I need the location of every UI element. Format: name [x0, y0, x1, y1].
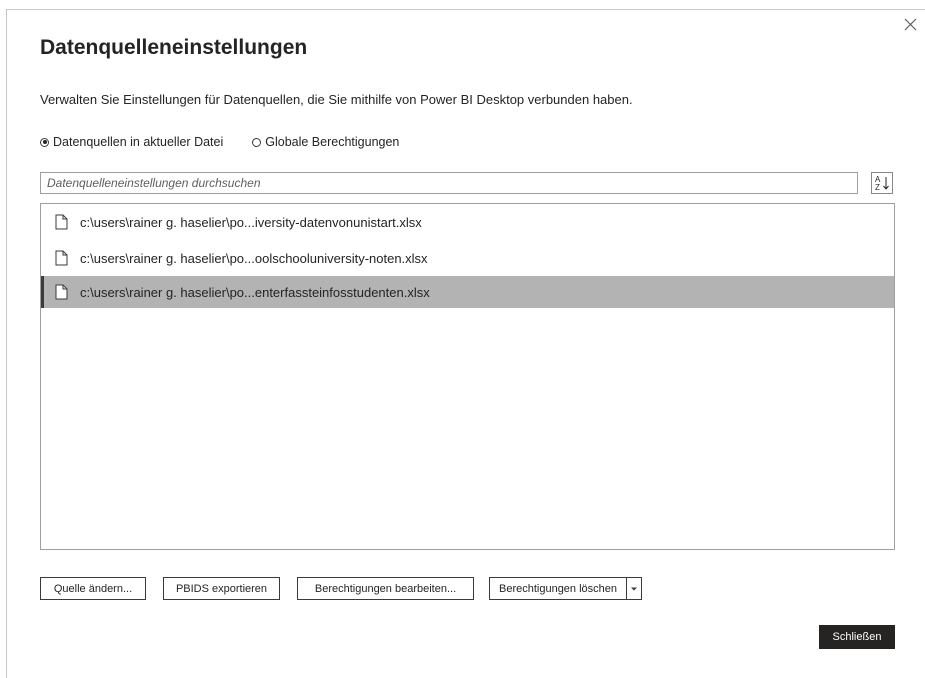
- list-item[interactable]: c:\users\rainer g. haselier\po...iversit…: [41, 206, 894, 238]
- list-item[interactable]: c:\users\rainer g. haselier\po...oolscho…: [41, 242, 894, 274]
- file-icon: [55, 214, 68, 230]
- list-item-label: c:\users\rainer g. haselier\po...iversit…: [80, 214, 422, 230]
- dialog-title: Datenquelleneinstellungen: [40, 36, 308, 59]
- sort-ascending-icon: A Z: [875, 175, 889, 192]
- export-pbids-button[interactable]: PBIDS exportieren: [163, 577, 280, 600]
- search-box: [40, 172, 858, 194]
- clear-permissions-split-button: Berechtigungen löschen: [489, 577, 642, 600]
- radio-current-file[interactable]: Datenquellen in aktueller Datei: [40, 135, 223, 149]
- dialog-description: Verwalten Sie Einstellungen für Datenque…: [40, 92, 633, 107]
- search-input[interactable]: [41, 173, 857, 193]
- radio-unchecked-icon: [252, 137, 262, 147]
- edit-permissions-button[interactable]: Berechtigungen bearbeiten...: [297, 577, 474, 600]
- close-icon: [904, 18, 917, 31]
- chevron-down-icon: [631, 587, 637, 590]
- clear-permissions-button[interactable]: Berechtigungen löschen: [490, 578, 627, 599]
- svg-text:Z: Z: [875, 183, 880, 192]
- file-icon: [55, 250, 68, 266]
- list-item-selected[interactable]: c:\users\rainer g. haselier\po...enterfa…: [41, 276, 894, 308]
- list-item-label: c:\users\rainer g. haselier\po...enterfa…: [80, 284, 430, 300]
- sort-button[interactable]: A Z: [871, 172, 893, 194]
- list-item-label: c:\users\rainer g. haselier\po...oolscho…: [80, 250, 428, 266]
- radio-global-permissions-label: Globale Berechtigungen: [265, 135, 400, 149]
- change-source-button[interactable]: Quelle ändern...: [40, 577, 146, 600]
- data-source-list: c:\users\rainer g. haselier\po...iversit…: [40, 203, 895, 550]
- radio-current-file-label: Datenquellen in aktueller Datei: [53, 135, 224, 149]
- radio-global-permissions[interactable]: Globale Berechtigungen: [252, 135, 399, 149]
- close-button[interactable]: [902, 16, 920, 34]
- close-dialog-button[interactable]: Schließen: [819, 625, 895, 649]
- clear-permissions-dropdown[interactable]: [627, 578, 641, 599]
- dialog-border: [6, 9, 7, 678]
- radio-checked-icon: [40, 137, 49, 147]
- dialog-border: [6, 9, 925, 10]
- file-icon: [55, 284, 68, 300]
- scope-radio-group: Datenquellen in aktueller Datei Globale …: [40, 133, 399, 151]
- data-source-settings-dialog: Datenquelleneinstellungen Verwalten Sie …: [0, 0, 925, 678]
